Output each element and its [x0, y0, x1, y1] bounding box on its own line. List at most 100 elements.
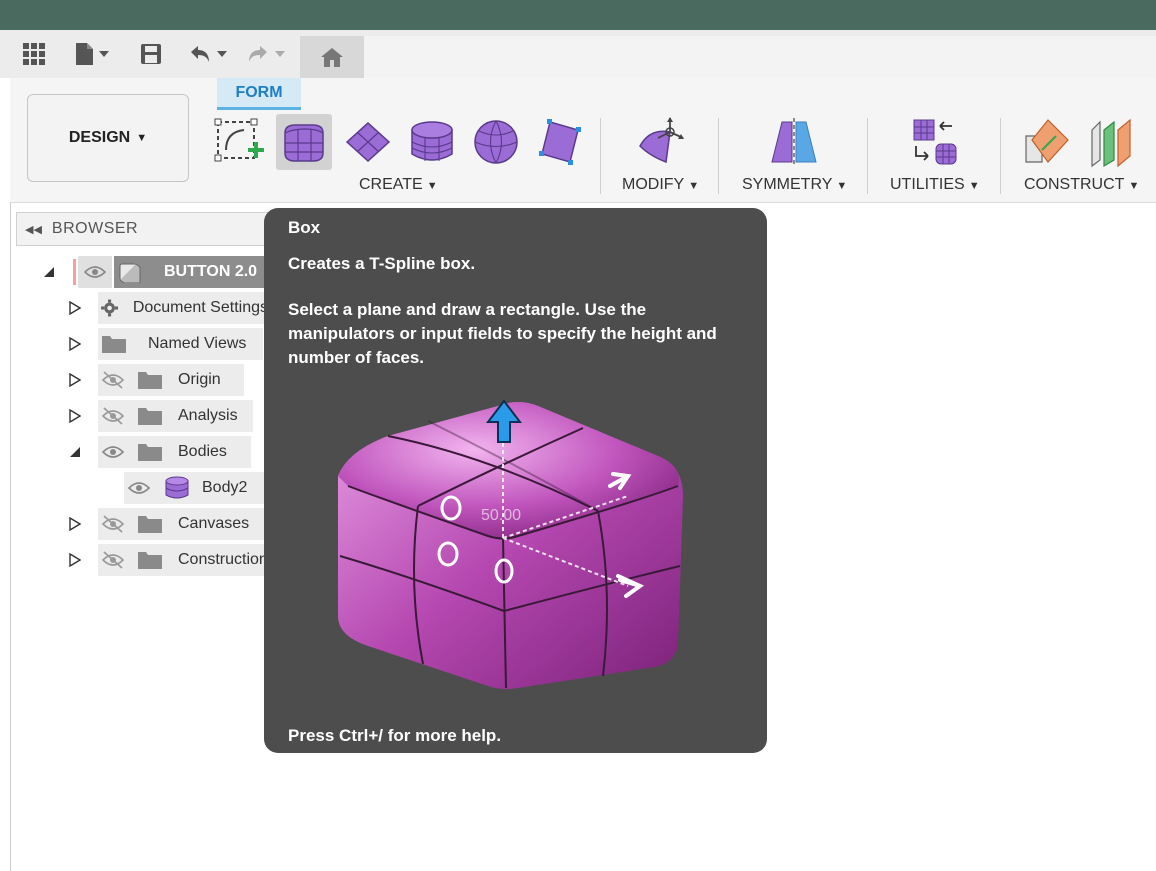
mirror-icon — [771, 118, 817, 166]
active-marker — [73, 259, 76, 285]
chevron-down-icon: ▼ — [136, 132, 148, 144]
item-label: Analysis — [178, 407, 238, 424]
browser-item-named-views[interactable]: Named Views — [68, 328, 280, 360]
expand-arrow-icon[interactable] — [68, 517, 82, 531]
utilities-tool-button[interactable] — [906, 114, 962, 170]
chevron-down-icon: ▼ — [836, 180, 848, 192]
tree-pill[interactable]: Origin — [98, 364, 244, 396]
tool-tooltip: Box Creates a T-Spline box. Select a pla… — [264, 208, 767, 753]
face-icon — [539, 119, 581, 165]
browser-item-analysis[interactable]: Analysis — [68, 400, 280, 432]
box-tool-button[interactable] — [276, 114, 332, 170]
chevron-down-icon: ▼ — [426, 180, 438, 192]
tree-pill[interactable]: Document Settings — [98, 292, 268, 324]
collapse-arrow-icon[interactable] — [68, 445, 82, 459]
eye-icon[interactable] — [124, 477, 158, 499]
divider — [867, 118, 868, 194]
tab-form[interactable]: FORM — [217, 78, 301, 110]
component-icon — [119, 263, 141, 283]
document-tab-strip — [364, 36, 1156, 78]
undo-icon[interactable] — [186, 34, 232, 74]
tree-pill[interactable]: Body2 — [124, 472, 274, 504]
redo-icon[interactable] — [244, 34, 290, 74]
tspline-box-illustration: 50.00 — [338, 399, 683, 690]
eye-icon[interactable] — [98, 441, 132, 463]
browser-item-origin[interactable]: Origin — [68, 364, 280, 396]
modify-tool-button[interactable] — [634, 114, 690, 170]
collapse-icon[interactable]: ◀◀ — [25, 223, 42, 236]
sphere-tool-button[interactable] — [468, 114, 524, 170]
browser-item-canvases[interactable]: Canvases — [68, 508, 280, 540]
item-label: Origin — [178, 371, 221, 388]
workspace-switcher[interactable]: DESIGN ▼ — [27, 94, 189, 182]
create-menu-label: CREATE — [359, 176, 423, 193]
utilities-menu-label: UTILITIES — [890, 176, 965, 193]
home-tab[interactable] — [300, 36, 364, 78]
browser-item-construction[interactable]: Construction — [68, 544, 280, 576]
expand-arrow-icon[interactable] — [68, 409, 82, 423]
box-icon — [284, 124, 324, 162]
expand-arrow-icon[interactable] — [68, 337, 82, 351]
visibility-toggle[interactable] — [78, 256, 112, 288]
browser-item-bodies[interactable]: Bodies — [68, 436, 280, 468]
toolbar-ribbon: DESIGN ▼ FORM CREATE ▼ MODIFY ▼ SYMMETRY… — [10, 78, 1156, 203]
browser-item-body2[interactable]: Body2 — [124, 472, 280, 504]
construct-menu[interactable]: CONSTRUCT ▼ — [1024, 176, 1139, 194]
symmetry-menu[interactable]: SYMMETRY ▼ — [742, 176, 847, 194]
item-label: Document Settings — [132, 299, 268, 316]
browser-header[interactable]: ◀◀ BROWSER — [16, 212, 276, 246]
tree-pill[interactable]: Bodies — [98, 436, 251, 468]
file-icon[interactable] — [70, 34, 116, 74]
hidden-eye-icon[interactable] — [98, 549, 132, 571]
item-label: Canvases — [178, 515, 250, 532]
divider — [718, 118, 719, 194]
tooltip-description: Select a plane and draw a rectangle. Use… — [288, 300, 717, 367]
tree-pill[interactable]: Analysis — [98, 400, 253, 432]
save-icon[interactable] — [136, 34, 166, 74]
hidden-eye-icon[interactable] — [98, 405, 132, 427]
chevron-down-icon: ▼ — [1128, 180, 1140, 192]
browser-title: BROWSER — [51, 220, 139, 237]
item-label: Named Views — [148, 335, 247, 352]
folder-icon — [138, 552, 162, 569]
hidden-eye-icon[interactable] — [98, 513, 132, 535]
convert-icon — [913, 119, 957, 165]
folder-icon — [102, 336, 126, 353]
construct-midplane-button[interactable] — [1082, 114, 1138, 170]
tooltip-footer: Press Ctrl+/ for more help. — [288, 726, 502, 745]
face-tool-button[interactable] — [532, 114, 588, 170]
tree-pill[interactable]: Named Views — [98, 328, 263, 360]
gear-icon — [101, 299, 119, 317]
midplane-icon — [1091, 118, 1131, 168]
canvas-border — [10, 202, 11, 871]
browser-root[interactable]: BUTTON 2.0 — [40, 256, 280, 288]
tree-pill[interactable]: Construction — [98, 544, 278, 576]
plane-icon — [345, 121, 391, 163]
tree-pill[interactable]: Canvases — [98, 508, 268, 540]
browser-item-document-settings[interactable]: Document Settings — [68, 292, 280, 324]
window-title-bar — [0, 0, 1156, 30]
utilities-menu[interactable]: UTILITIES ▼ — [890, 176, 980, 194]
create-form-sketch-button[interactable] — [210, 114, 266, 170]
tooltip-title: Box — [288, 218, 321, 237]
modify-menu-label: MODIFY — [622, 176, 685, 193]
construct-plane-button[interactable] — [1018, 114, 1074, 170]
expand-arrow-icon[interactable] — [68, 373, 82, 387]
item-label: Construction — [178, 551, 268, 568]
modify-menu[interactable]: MODIFY ▼ — [622, 176, 699, 194]
symmetry-menu-label: SYMMETRY — [742, 176, 833, 193]
item-label: Body2 — [202, 479, 248, 496]
create-menu[interactable]: CREATE ▼ — [359, 176, 438, 194]
expand-arrow-icon[interactable] — [68, 301, 82, 315]
grid-icon[interactable] — [18, 34, 50, 74]
symmetry-tool-button[interactable] — [766, 114, 822, 170]
workspace-label: DESIGN — [68, 129, 131, 146]
root-component[interactable]: BUTTON 2.0 — [114, 256, 264, 288]
offset-plane-icon — [1025, 119, 1069, 163]
dimension-label: 50.00 — [481, 507, 521, 524]
cylinder-tool-button[interactable] — [404, 114, 460, 170]
hidden-eye-icon[interactable] — [98, 369, 132, 391]
plane-tool-button[interactable] — [340, 114, 396, 170]
expand-arrow-icon[interactable] — [68, 553, 82, 567]
collapse-arrow-icon[interactable] — [42, 265, 56, 279]
